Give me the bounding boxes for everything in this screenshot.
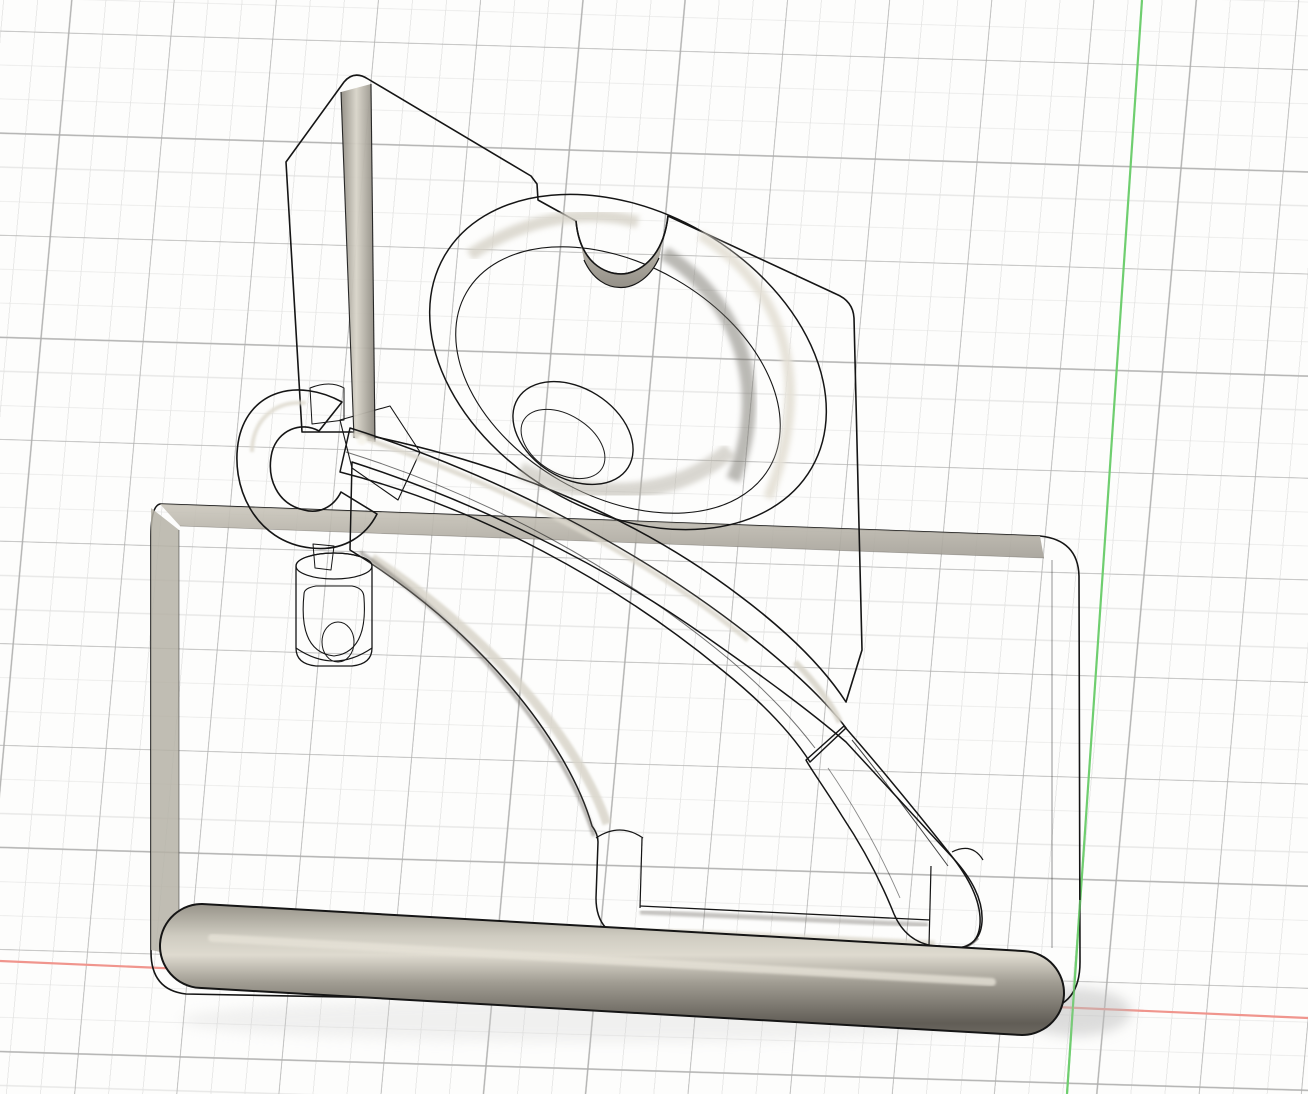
bridge-shadow (639, 909, 929, 928)
clip-boss[interactable] (295, 543, 373, 667)
cad-viewport[interactable]: Gray bracket part (0, 0, 1308, 1094)
model-canvas[interactable]: Gray bracket part (0, 0, 1308, 1094)
bottom-bar[interactable] (159, 903, 1065, 1036)
diagonal-arm-ridge (851, 739, 949, 867)
left-foot-right-edge (639, 837, 643, 909)
left-foot-top-arc (595, 829, 644, 839)
recess-highlight-top (466, 209, 640, 260)
clip-top-face (295, 552, 373, 580)
hook-tab (309, 383, 345, 425)
clip-pin (321, 621, 355, 663)
specular-highlight (357, 435, 367, 445)
right-foot-left-edge (928, 865, 932, 947)
bracket-model[interactable] (150, 74, 1081, 1036)
clip-slot (302, 585, 365, 657)
recess-shade-right (660, 247, 756, 483)
top-plate[interactable] (285, 74, 887, 703)
right-foot-top-arc (951, 847, 984, 861)
base-plate-left-edge-face (151, 508, 179, 956)
arch-fillet-shadow (358, 550, 596, 837)
notch-wall (576, 216, 668, 288)
clip-bottom-rim (295, 647, 373, 662)
bottom-bar-body[interactable] (161, 905, 1063, 1034)
arm-bend-highlight (792, 659, 843, 724)
clip-body[interactable] (295, 552, 373, 667)
top-plate-corner-chamfer (341, 84, 375, 442)
